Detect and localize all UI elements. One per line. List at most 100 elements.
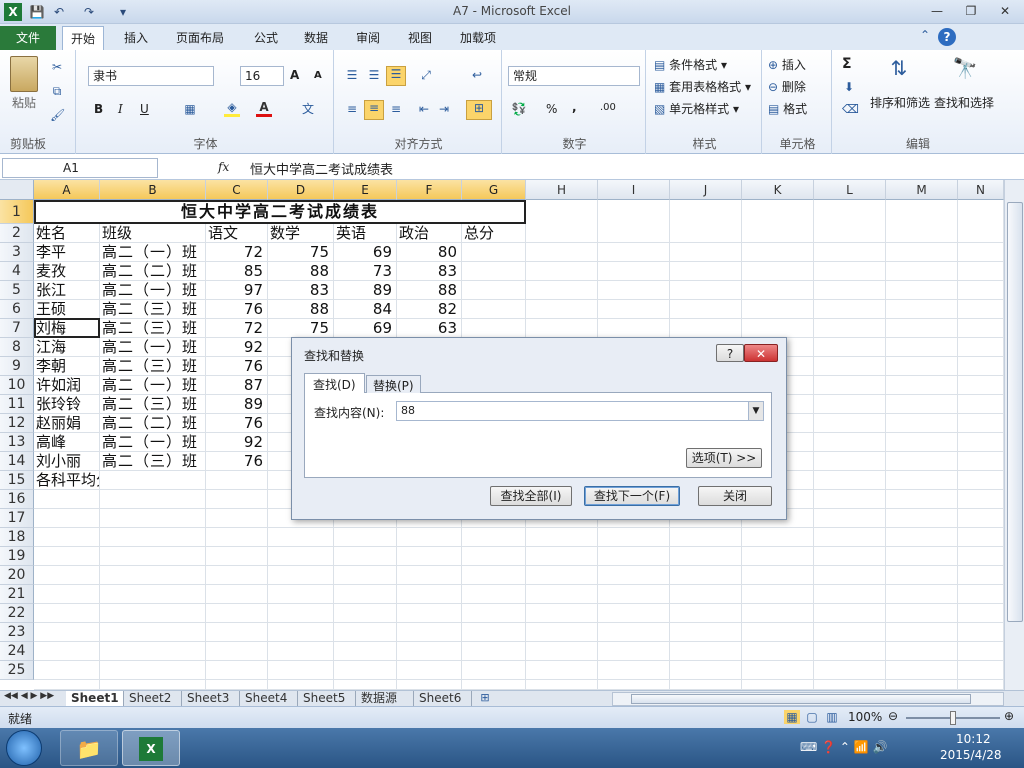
decrease-indent-icon[interactable]: ⇤ [416, 102, 432, 116]
row-header-25[interactable]: 25 [0, 661, 34, 680]
score-cell[interactable]: 92 [208, 338, 267, 357]
sheet-tab[interactable]: Sheet4 [240, 691, 298, 707]
score-cell[interactable]: 83 [270, 281, 333, 300]
close-window-button[interactable]: ✕ [992, 2, 1018, 20]
score-cell[interactable]: 76 [208, 414, 267, 433]
class-cell[interactable]: 高二（一）班 [102, 376, 205, 395]
options-button[interactable]: 选项(T) >> [686, 448, 762, 468]
font-color-icon[interactable]: A [256, 100, 272, 117]
tab-page-layout[interactable]: 页面布局 [168, 26, 232, 50]
font-size-combo[interactable]: 16 [240, 66, 284, 86]
minimize-button[interactable]: — [924, 2, 950, 20]
score-cell[interactable]: 76 [208, 357, 267, 376]
score-cell[interactable]: 83 [399, 262, 461, 281]
score-cell[interactable]: 72 [208, 243, 267, 262]
tab-insert[interactable]: 插入 [116, 26, 156, 50]
row-header-19[interactable]: 19 [0, 547, 34, 566]
zoom-slider[interactable] [906, 711, 1000, 725]
class-cell[interactable]: 高二（一）班 [102, 433, 205, 452]
row-header-14[interactable]: 14 [0, 452, 34, 471]
align-top-icon[interactable]: ☰ [344, 68, 360, 82]
score-cell[interactable]: 76 [208, 300, 267, 319]
score-cell[interactable]: 85 [208, 262, 267, 281]
help-icon[interactable]: ? [938, 28, 956, 46]
name-cell[interactable]: 刘梅 [36, 319, 99, 338]
tray-icons[interactable]: ⌨ ❓ ⌃ 📶 🔊 [800, 740, 887, 754]
vertical-scroll-thumb[interactable] [1007, 202, 1023, 622]
grow-font-icon[interactable]: A [290, 68, 299, 82]
insert-cells-button[interactable]: ⊕ 插入 [768, 56, 806, 73]
row-header-23[interactable]: 23 [0, 623, 34, 642]
vertical-scrollbar[interactable] [1004, 180, 1024, 690]
row-header-5[interactable]: 5 [0, 281, 34, 300]
format-cells-button[interactable]: ▤ 格式 [768, 100, 807, 117]
score-cell[interactable]: 69 [336, 319, 396, 338]
fill-color-icon[interactable]: ◈ [224, 100, 240, 117]
find-next-button[interactable]: 查找下一个(F) [584, 486, 680, 506]
zoom-level[interactable]: 100% [848, 710, 882, 724]
tab-home[interactable]: 开始 [62, 26, 105, 50]
column-header-k[interactable]: K [742, 180, 814, 200]
name-cell[interactable]: 江海 [36, 338, 99, 357]
class-cell[interactable]: 高二（三）班 [102, 395, 205, 414]
horizontal-scrollbar[interactable] [612, 692, 1004, 706]
header-cell[interactable]: 数学 [270, 224, 333, 243]
normal-view-icon[interactable]: ▦ [784, 710, 800, 724]
font-name-combo[interactable]: 隶书 [88, 66, 214, 86]
delete-cells-button[interactable]: ⊖ 删除 [768, 78, 806, 95]
underline-button[interactable]: U [140, 102, 149, 116]
column-header-i[interactable]: I [598, 180, 670, 200]
score-cell[interactable]: 72 [208, 319, 267, 338]
orientation-icon[interactable]: ⤢ [416, 68, 436, 83]
column-header-l[interactable]: L [814, 180, 886, 200]
score-cell[interactable]: 63 [399, 319, 461, 338]
new-sheet-icon[interactable]: ⊞ [476, 691, 494, 704]
score-cell[interactable]: 73 [336, 262, 396, 281]
row-header-8[interactable]: 8 [0, 338, 34, 357]
score-cell[interactable]: 89 [208, 395, 267, 414]
column-header-g[interactable]: G [462, 180, 526, 200]
find-all-button[interactable]: 查找全部(I) [490, 486, 572, 506]
restore-button[interactable]: ❐ [958, 2, 984, 20]
close-dialog-button[interactable]: 关闭 [698, 486, 772, 506]
column-header-c[interactable]: C [206, 180, 268, 200]
name-cell[interactable]: 高峰 [36, 433, 99, 452]
zoom-in-icon[interactable]: ⊕ [1004, 709, 1014, 723]
sheet-tab[interactable]: Sheet3 [182, 691, 240, 707]
currency-icon[interactable]: 💱 [510, 102, 528, 116]
column-header-n[interactable]: N [958, 180, 1004, 200]
score-cell[interactable]: 89 [336, 281, 396, 300]
score-cell[interactable]: 80 [399, 243, 461, 262]
fill-icon[interactable]: ⬇ [842, 80, 856, 94]
increase-decimal-button[interactable]: .00 [600, 102, 616, 113]
select-all-corner[interactable] [0, 180, 34, 200]
row-header-7[interactable]: 7 [0, 319, 34, 338]
row-header-20[interactable]: 20 [0, 566, 34, 585]
borders-icon[interactable]: ▦ [182, 102, 198, 116]
format-painter-icon[interactable]: 🖌 [50, 108, 65, 122]
row-header-21[interactable]: 21 [0, 585, 34, 604]
row-header-16[interactable]: 16 [0, 490, 34, 509]
number-format-combo[interactable]: 常规 [508, 66, 640, 86]
column-header-h[interactable]: H [526, 180, 598, 200]
sort-filter-button[interactable]: 排序和筛选 [870, 94, 930, 111]
align-middle-icon[interactable]: ☰ [366, 68, 382, 82]
column-header-b[interactable]: B [100, 180, 206, 200]
row-header-17[interactable]: 17 [0, 509, 34, 528]
row-header-22[interactable]: 22 [0, 604, 34, 623]
clock-time[interactable]: 10:12 [956, 732, 991, 746]
column-header-a[interactable]: A [34, 180, 100, 200]
class-cell[interactable]: 高二（二）班 [102, 262, 205, 281]
zoom-out-icon[interactable]: ⊖ [888, 709, 898, 723]
dialog-help-button[interactable]: ? [716, 344, 744, 362]
paste-button[interactable]: 粘贴 [12, 94, 36, 111]
zoom-slider-thumb[interactable] [950, 711, 956, 725]
page-break-view-icon[interactable]: ▥ [824, 710, 840, 724]
tab-file[interactable]: 文件 [0, 26, 56, 50]
tab-review[interactable]: 审阅 [348, 26, 388, 50]
page-layout-view-icon[interactable]: ▢ [804, 710, 820, 724]
class-cell[interactable]: 高二（三）班 [102, 452, 205, 471]
cell-styles-button[interactable]: ▧ 单元格样式 ▾ [654, 100, 739, 117]
score-cell[interactable]: 87 [208, 376, 267, 395]
row-header-1[interactable]: 1 [0, 200, 34, 224]
